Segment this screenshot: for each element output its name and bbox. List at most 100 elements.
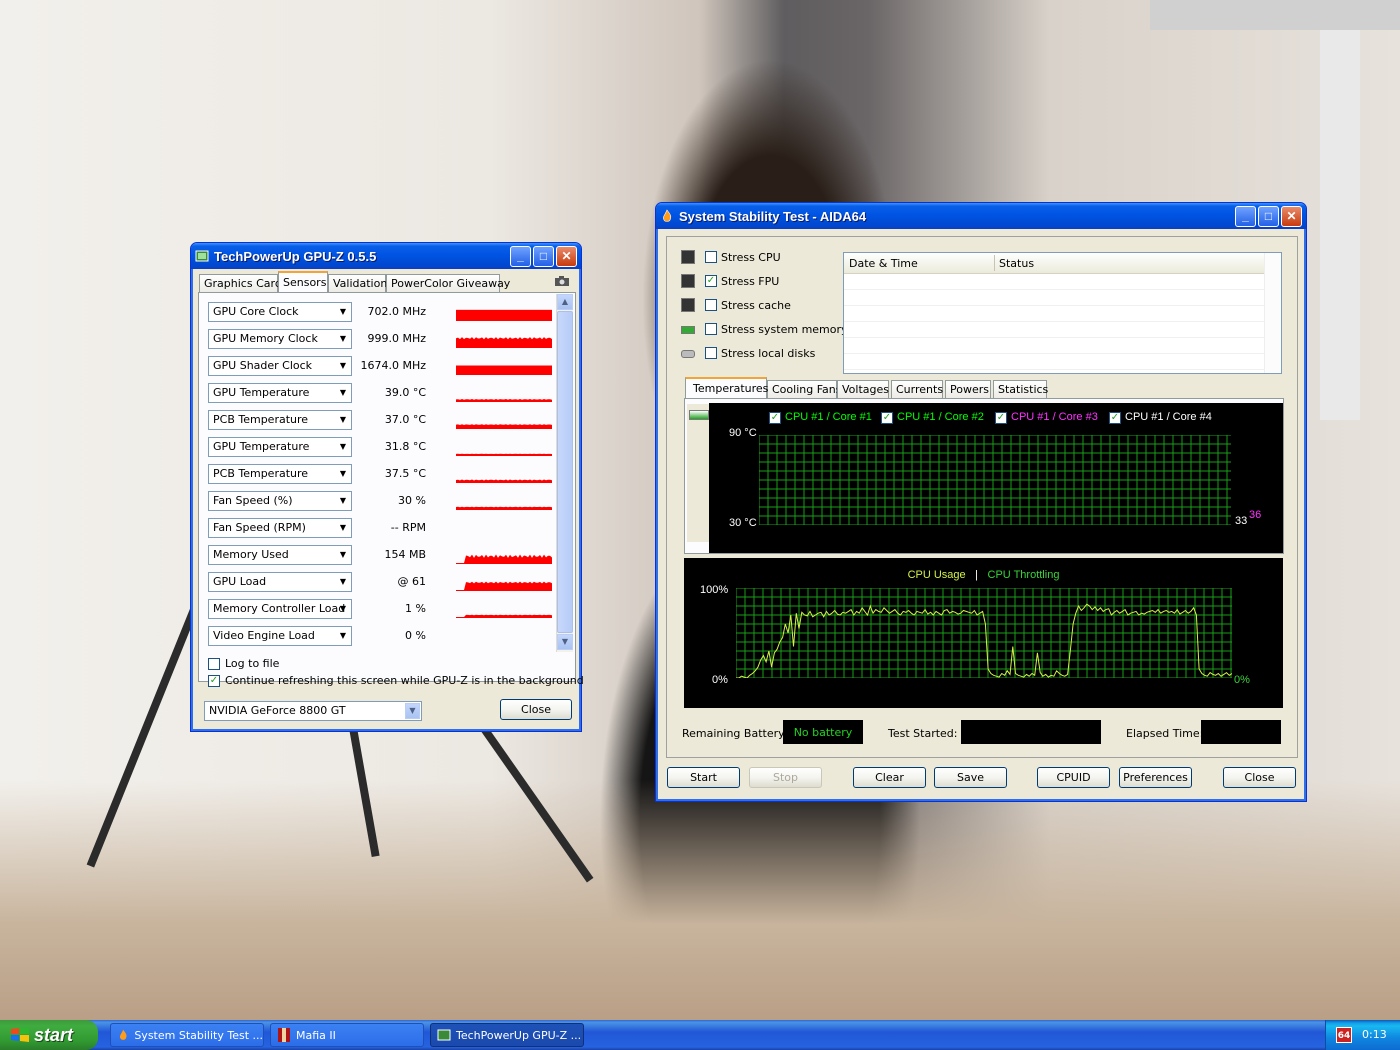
stress-checkbox[interactable] (705, 347, 717, 359)
tab-cooling-fans[interactable]: Cooling Fans (767, 380, 841, 398)
close-window-button[interactable]: ✕ (556, 245, 577, 267)
sensor-select[interactable]: GPU Memory Clock ▼ (208, 329, 352, 349)
scroll-down-button[interactable]: ▼ (557, 634, 573, 650)
camera-icon[interactable] (554, 275, 570, 287)
stress-checkbox[interactable] (705, 299, 717, 311)
temp-legend-checkbox[interactable]: ✓ (769, 412, 781, 424)
tab-statistics[interactable]: Statistics (993, 380, 1048, 398)
sensor-select[interactable]: GPU Load ▼ (208, 572, 352, 592)
start-button[interactable]: Start (667, 767, 740, 788)
taskbar: start System Stability Test ... Mafia II… (0, 1020, 1400, 1050)
sensor-select[interactable]: Video Engine Load ▼ (208, 626, 352, 646)
sensor-name: PCB Temperature (213, 467, 309, 480)
aida64-icon[interactable]: 64 (1336, 1027, 1352, 1043)
start-button[interactable]: start (0, 1020, 98, 1050)
tab-temperatures[interactable]: Temperatures (685, 377, 768, 398)
chevron-down-icon: ▼ (409, 706, 416, 715)
preferences-button[interactable]: Preferences (1119, 767, 1192, 788)
sensor-graph-fill (456, 479, 552, 483)
tab-currents[interactable]: Currents (891, 380, 943, 398)
tab-powercolor-giveaway[interactable]: PowerColor Giveaway (386, 274, 510, 292)
usage-axis-top: 100% (700, 584, 729, 596)
sensor-select[interactable]: Memory Used ▼ (208, 545, 352, 565)
maximize-button[interactable]: □ (533, 245, 554, 267)
tab-graphics-card[interactable]: Graphics Card (199, 274, 282, 292)
maximize-icon: □ (1264, 209, 1273, 223)
sensor-row: GPU Memory Clock ▼ 999.0 MHz (208, 329, 568, 349)
card-select-value: NVIDIA GeForce 8800 GT (209, 704, 346, 717)
tab-validation[interactable]: Validation (328, 274, 387, 292)
elapsed-time-box (1201, 720, 1281, 744)
maximize-button[interactable]: □ (1258, 205, 1279, 227)
fpu-icon (681, 274, 695, 288)
taskbar-item-label: TechPowerUp GPU-Z ... (456, 1028, 582, 1042)
sensor-select[interactable]: Memory Controller Load ▼ (208, 599, 352, 619)
sensor-select[interactable]: PCB Temperature ▼ (208, 410, 352, 430)
chevron-down-icon: ▼ (339, 523, 347, 532)
sensor-value: 1 % (405, 602, 426, 615)
log-scrollbar-track[interactable] (1264, 253, 1281, 373)
taskbar-item-mafia[interactable]: Mafia II (270, 1023, 424, 1047)
taskbar-item-gpuz[interactable]: TechPowerUp GPU-Z ... (430, 1023, 584, 1047)
stress-label: Stress local disks (721, 347, 816, 360)
sensor-value: 0 % (405, 629, 426, 642)
close-button[interactable]: Close (1223, 767, 1296, 788)
minimize-button[interactable]: _ (510, 245, 531, 267)
sensor-select[interactable]: Fan Speed (RPM) ▼ (208, 518, 352, 538)
sensor-value: 999.0 MHz (367, 332, 426, 345)
temp-legend-checkbox[interactable]: ✓ (995, 412, 1007, 424)
gpuz-body: Graphics Card Sensors Validation PowerCo… (194, 270, 584, 728)
minimize-button[interactable]: _ (1235, 205, 1256, 227)
sensor-select[interactable]: PCB Temperature ▼ (208, 464, 352, 484)
clear-button[interactable]: Clear (853, 767, 926, 788)
tab-sensors[interactable]: Sensors (278, 271, 328, 292)
continue-refresh-checkbox[interactable]: ✓ (208, 675, 220, 687)
aida-titlebar[interactable]: System Stability Test - AIDA64 _ □ ✕ (656, 203, 1306, 229)
card-select-arrow[interactable]: ▼ (405, 703, 420, 719)
log-column-status[interactable]: Status (999, 257, 1034, 270)
gpuz-titlebar[interactable]: TechPowerUp GPU-Z 0.5.5 _ □ ✕ (191, 243, 581, 269)
chevron-down-icon: ▼ (339, 442, 347, 451)
cpuid-button[interactable]: CPUID (1037, 767, 1110, 788)
tab-voltages[interactable]: Voltages (837, 380, 889, 398)
remaining-battery-box: No battery (783, 720, 863, 744)
close-window-button[interactable]: ✕ (1281, 205, 1302, 227)
temp-legend-label: CPU #1 / Core #3 (1011, 411, 1098, 423)
scroll-thumb[interactable] (557, 311, 573, 633)
system-tray: 64 0:13 (1325, 1020, 1400, 1050)
sensor-row: GPU Temperature ▼ 39.0 °C (208, 383, 568, 403)
close-button[interactable]: Close (500, 699, 572, 720)
sensor-select[interactable]: GPU Temperature ▼ (208, 383, 352, 403)
tab-powers[interactable]: Powers (945, 380, 991, 398)
sensor-graph-fill (456, 554, 552, 564)
log-column-date-time[interactable]: Date & Time (849, 257, 918, 270)
stop-button[interactable]: Stop (749, 767, 822, 788)
log-to-file-checkbox[interactable] (208, 658, 220, 670)
stress-checkbox[interactable]: ✓ (705, 275, 717, 287)
sensor-select[interactable]: GPU Shader Clock ▼ (208, 356, 352, 376)
aida-body: Stress CPU ✓ Stress FPU Stress cache Stress … (659, 230, 1303, 798)
sensor-select[interactable]: GPU Temperature ▼ (208, 437, 352, 457)
stress-checkbox[interactable] (705, 251, 717, 263)
column-divider (994, 255, 995, 271)
save-button[interactable]: Save (934, 767, 1007, 788)
sensor-select[interactable]: Fan Speed (%) ▼ (208, 491, 352, 511)
sensor-graph (456, 479, 552, 483)
sensor-select[interactable]: GPU Core Clock ▼ (208, 302, 352, 322)
log-empty-area (844, 274, 1264, 372)
sensor-scrollbar[interactable]: ▲ ▼ (556, 294, 573, 652)
clock[interactable]: 0:13 (1362, 1028, 1387, 1041)
sensor-value: 31.8 °C (384, 440, 426, 453)
temp-scale-slider[interactable] (687, 404, 710, 542)
scroll-up-button[interactable]: ▲ (557, 294, 573, 310)
continue-check-mark: ✓ (209, 675, 219, 686)
chevron-down-icon: ▼ (339, 307, 347, 316)
sensor-graph (456, 309, 552, 321)
temp-legend-checkbox[interactable]: ✓ (881, 412, 893, 424)
slider-thumb[interactable] (689, 410, 709, 420)
temp-legend-checkbox[interactable]: ✓ (1109, 412, 1121, 424)
card-select[interactable]: NVIDIA GeForce 8800 GT ▼ (204, 701, 422, 721)
taskbar-item-aida[interactable]: System Stability Test ... (110, 1023, 264, 1047)
flame-icon (119, 1029, 127, 1040)
stress-checkbox[interactable] (705, 323, 717, 335)
